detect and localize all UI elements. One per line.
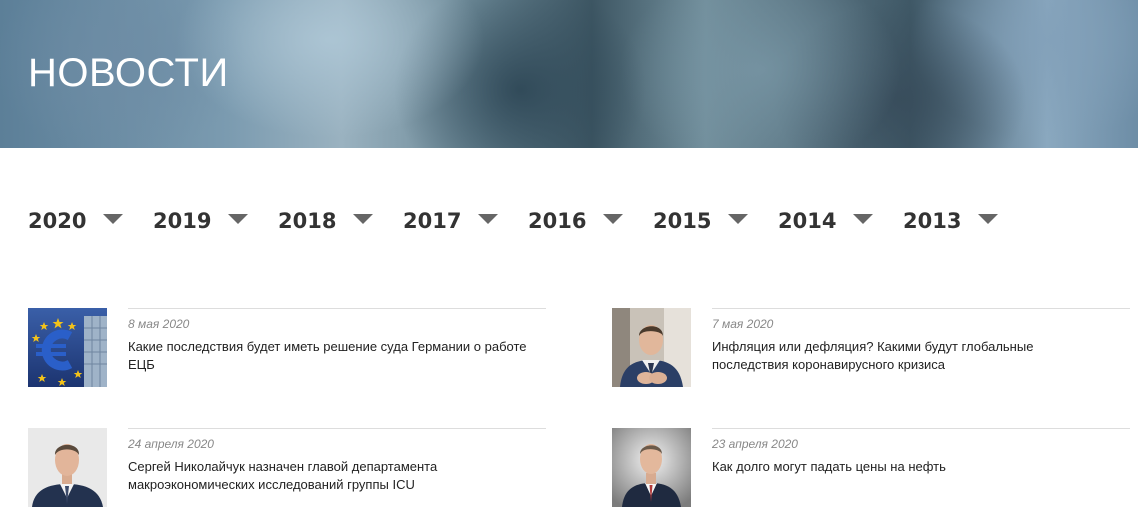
year-label: 2016 bbox=[528, 209, 587, 233]
year-dropdown-2017[interactable]: 2017 bbox=[403, 205, 528, 237]
man-portrait-photo bbox=[28, 428, 107, 507]
news-item: 8 мая 2020 Какие последствия будет иметь… bbox=[28, 308, 548, 388]
year-label: 2020 bbox=[28, 209, 87, 233]
year-dropdown-2018[interactable]: 2018 bbox=[278, 205, 403, 237]
news-thumbnail[interactable] bbox=[28, 308, 107, 387]
caret-down-icon bbox=[728, 214, 749, 224]
news-headline-link[interactable]: Инфляция или дефляция? Какими будут глоб… bbox=[712, 338, 1112, 374]
year-dropdown-2016[interactable]: 2016 bbox=[528, 205, 653, 237]
year-label: 2018 bbox=[278, 209, 337, 233]
news-headline-link[interactable]: Как долго могут падать цены на нефть bbox=[712, 458, 1112, 476]
news-meta: 7 мая 2020 Инфляция или дефляция? Какими… bbox=[712, 308, 1130, 374]
year-label: 2019 bbox=[153, 209, 212, 233]
year-dropdown-2014[interactable]: 2014 bbox=[778, 205, 903, 237]
news-thumbnail[interactable] bbox=[612, 308, 691, 387]
man-portrait-photo bbox=[612, 308, 691, 387]
euro-sign-photo bbox=[28, 308, 107, 387]
news-date: 7 мая 2020 bbox=[712, 317, 774, 331]
news-meta: 24 апреля 2020 Сергей Николайчук назначе… bbox=[128, 428, 546, 494]
year-label: 2015 bbox=[653, 209, 712, 233]
year-dropdown-2015[interactable]: 2015 bbox=[653, 205, 778, 237]
news-date: 24 апреля 2020 bbox=[128, 437, 214, 451]
caret-down-icon bbox=[978, 214, 999, 224]
year-label: 2017 bbox=[403, 209, 462, 233]
man-portrait-photo bbox=[612, 428, 691, 507]
news-meta: 8 мая 2020 Какие последствия будет иметь… bbox=[128, 308, 546, 374]
news-headline-link[interactable]: Какие последствия будет иметь решение су… bbox=[128, 338, 528, 374]
hero-banner: НОВОСТИ bbox=[0, 0, 1138, 148]
year-dropdown-2020[interactable]: 2020 bbox=[28, 205, 153, 237]
year-dropdown-2019[interactable]: 2019 bbox=[153, 205, 278, 237]
caret-down-icon bbox=[353, 214, 374, 224]
year-label: 2013 bbox=[903, 209, 962, 233]
page-title: НОВОСТИ bbox=[28, 51, 229, 95]
news-thumbnail[interactable] bbox=[612, 428, 691, 507]
news-headline-link[interactable]: Сергей Николайчук назначен главой департ… bbox=[128, 458, 528, 494]
caret-down-icon bbox=[478, 214, 499, 224]
caret-down-icon bbox=[103, 214, 124, 224]
news-item: 23 апреля 2020 Как долго могут падать це… bbox=[612, 428, 1132, 508]
news-item: 7 мая 2020 Инфляция или дефляция? Какими… bbox=[612, 308, 1132, 388]
year-dropdown-2013[interactable]: 2013 bbox=[903, 205, 1028, 237]
news-thumbnail[interactable] bbox=[28, 428, 107, 507]
caret-down-icon bbox=[603, 214, 624, 224]
caret-down-icon bbox=[228, 214, 249, 224]
year-filter: 2020 2019 2018 2017 2016 2015 2014 2013 bbox=[28, 205, 1028, 237]
news-date: 8 мая 2020 bbox=[128, 317, 190, 331]
year-label: 2014 bbox=[778, 209, 837, 233]
news-meta: 23 апреля 2020 Как долго могут падать це… bbox=[712, 428, 1130, 476]
caret-down-icon bbox=[853, 214, 874, 224]
news-item: 24 апреля 2020 Сергей Николайчук назначе… bbox=[28, 428, 548, 508]
news-date: 23 апреля 2020 bbox=[712, 437, 798, 451]
